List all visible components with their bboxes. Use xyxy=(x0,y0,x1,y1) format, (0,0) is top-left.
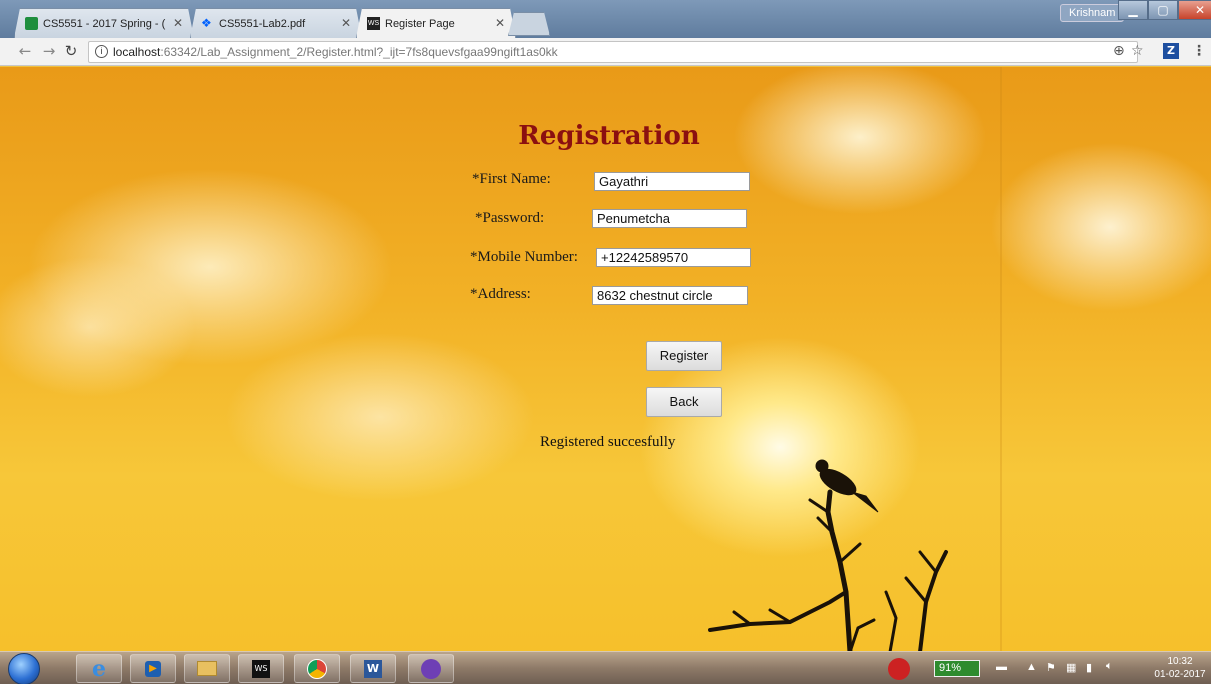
close-icon[interactable]: ✕ xyxy=(341,16,351,30)
page-title: Registration xyxy=(518,121,700,151)
zoom-icon[interactable]: ⊕ xyxy=(1113,43,1125,59)
menu-icon[interactable]: ⋮ xyxy=(1192,43,1206,59)
action-center-flag-icon[interactable]: ⚑ xyxy=(1046,661,1056,674)
close-icon[interactable]: ✕ xyxy=(173,16,183,30)
mobile-number-label: *Mobile Number: xyxy=(470,249,578,265)
register-button[interactable]: Register xyxy=(646,341,722,371)
new-tab-button[interactable] xyxy=(508,12,550,36)
webstorm-icon: WS xyxy=(367,17,380,30)
file-explorer-icon[interactable] xyxy=(184,654,230,683)
taskbar: e ▶ WS W 91% ▬ ▲ ⚑ ▦ ▮ 🔈︎ 10:32 01-02-20… xyxy=(0,651,1211,684)
url-path: :63342/Lab_Assignment_2/Register.html?_i… xyxy=(160,45,558,59)
close-icon[interactable]: ✕ xyxy=(495,16,505,30)
zotero-extension-icon[interactable]: Z xyxy=(1163,43,1179,59)
clock-date: 01-02-2017 xyxy=(1154,669,1206,680)
first-name-label: *First Name: xyxy=(472,171,551,187)
tab-cs5551-spring[interactable]: CS5551 - 2017 Spring - ( ✕ xyxy=(14,8,194,38)
media-player-icon[interactable]: ▶ xyxy=(130,654,176,683)
start-button[interactable] xyxy=(8,653,40,684)
url-host: localhost xyxy=(113,45,161,59)
address-bar-row: ← → ↻ i localhost:63342/Lab_Assignment_2… xyxy=(0,38,1211,66)
window-close-button[interactable]: ✕ xyxy=(1178,0,1211,20)
page-viewport: Registration *First Name: *Password: *Mo… xyxy=(0,67,1211,651)
background-seam xyxy=(1000,67,1002,651)
word-icon[interactable]: W xyxy=(350,654,396,683)
sheets-icon xyxy=(25,17,38,30)
antivirus-icon[interactable] xyxy=(888,658,910,680)
back-arrow-icon[interactable]: ← xyxy=(16,42,34,60)
tab-label: CS5551 - 2017 Spring - ( xyxy=(43,17,166,30)
bookmark-star-icon[interactable]: ☆ xyxy=(1131,43,1144,59)
chrome-icon[interactable] xyxy=(294,654,340,683)
mobile-number-field[interactable] xyxy=(596,248,751,267)
tab-label: Register Page xyxy=(385,17,455,30)
tab-register-page[interactable]: WS Register Page ✕ xyxy=(356,8,516,38)
system-clock[interactable]: 10:32 01-02-2017 xyxy=(1154,655,1206,681)
address-label: *Address: xyxy=(470,286,531,302)
password-label: *Password: xyxy=(475,210,545,226)
address-field[interactable] xyxy=(592,286,748,305)
ie-icon[interactable]: e xyxy=(76,654,122,683)
signal-icon[interactable]: ▮ xyxy=(1086,661,1092,674)
bird-branch-illustration xyxy=(708,459,948,651)
info-icon[interactable]: i xyxy=(95,45,108,58)
github-icon[interactable] xyxy=(408,654,454,683)
minimize-button[interactable]: ▁ xyxy=(1118,0,1148,20)
maximize-button[interactable]: ▢ xyxy=(1148,0,1178,20)
power-icon[interactable]: ▬ xyxy=(996,661,1007,673)
dropbox-icon: ❖ xyxy=(201,16,212,30)
reload-icon[interactable]: ↻ xyxy=(62,42,80,60)
window-controls: ▁ ▢ ✕ xyxy=(1118,0,1211,20)
first-name-field[interactable] xyxy=(594,172,750,191)
volume-icon[interactable]: 🔈︎ xyxy=(1106,660,1113,673)
webstorm-icon[interactable]: WS xyxy=(238,654,284,683)
status-message: Registered succesfully xyxy=(540,434,676,450)
password-field[interactable] xyxy=(592,209,747,228)
tab-label: CS5551-Lab2.pdf xyxy=(219,17,306,30)
tab-lab2-pdf[interactable]: ❖ CS5551-Lab2.pdf ✕ xyxy=(190,8,362,38)
back-button[interactable]: Back xyxy=(646,387,722,417)
profile-button[interactable]: Krishnam xyxy=(1060,4,1125,22)
browser-tab-bar: CS5551 - 2017 Spring - ( ✕ ❖ CS5551-Lab2… xyxy=(0,0,1211,38)
clock-time: 10:32 xyxy=(1167,656,1193,667)
forward-arrow-icon[interactable]: → xyxy=(40,42,58,60)
battery-indicator[interactable]: 91% xyxy=(934,660,980,677)
url-input[interactable]: i localhost:63342/Lab_Assignment_2/Regis… xyxy=(88,41,1138,63)
network-icon[interactable]: ▦ xyxy=(1066,661,1076,674)
show-hidden-icons-icon[interactable]: ▲ xyxy=(1026,661,1037,673)
